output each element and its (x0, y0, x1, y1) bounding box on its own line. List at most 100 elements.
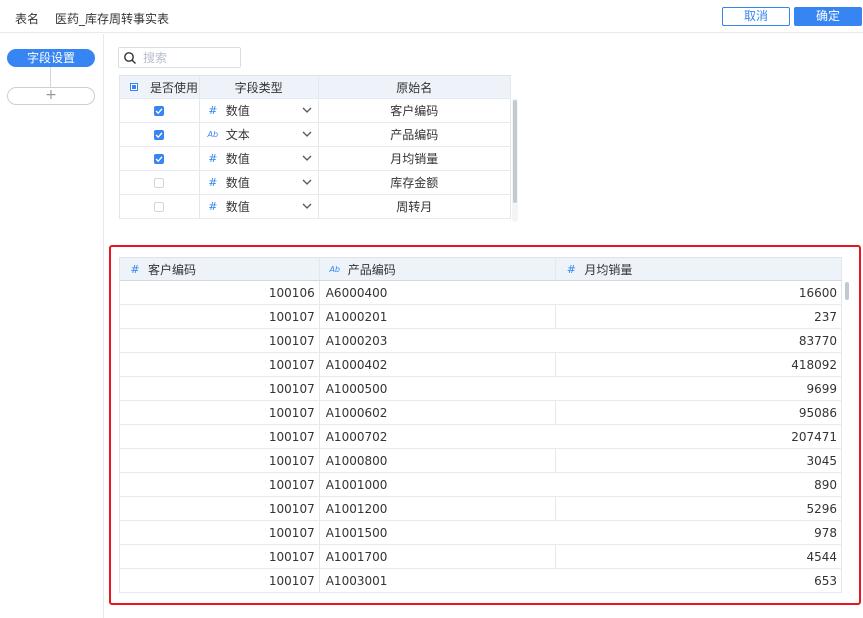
original-name: 月均销量 (390, 152, 439, 166)
sidebar-item-field-settings[interactable]: 字段设置 (7, 49, 95, 67)
type-select[interactable]: # 数值 (200, 99, 319, 122)
number-type-icon: # (130, 262, 140, 276)
cancel-button[interactable]: 取消 (722, 7, 790, 26)
original-name-cell: 月均销量 (319, 147, 511, 170)
cell-product-code: A1000203 (325, 333, 388, 348)
field-row: # 数值 客户编码 (120, 99, 511, 123)
table-row: 100107 A1000402 418092 (120, 353, 842, 377)
original-name: 库存金额 (390, 176, 439, 190)
original-name: 客户编码 (390, 104, 439, 118)
table-row: 100107 A1000702 207471 (120, 425, 842, 449)
preview-table-header: # 客户编码 Ab 产品编码 # 月均销量 (120, 257, 842, 281)
preview-header-col-1: # 客户编码 (120, 258, 320, 280)
field-row: # 数值 库存金额 (120, 171, 511, 195)
preview-scrollbar[interactable] (845, 282, 849, 300)
table-row: 100107 A1001700 4544 (120, 545, 842, 569)
chevron-down-icon (302, 107, 311, 113)
cell-customer-code: 100107 (120, 521, 320, 544)
original-name: 周转月 (396, 200, 433, 214)
cell-customer-code: 100107 (120, 305, 320, 328)
cell-product-code: A1000500 (325, 381, 388, 396)
cell-product-code: A1000402 (320, 353, 557, 376)
cell-monthly-sales: 95086 (556, 401, 842, 424)
number-type-icon: # (208, 176, 218, 189)
table-name-label: 表名 (15, 12, 40, 26)
cell-monthly-sales: 3045 (556, 449, 842, 472)
table-row: 100107 A1000602 95086 (120, 401, 842, 425)
header-type-column: 字段类型 (200, 76, 319, 98)
cell-monthly-sales: 653 (556, 569, 842, 592)
search-icon (124, 52, 136, 64)
cell-customer-code: 100107 (120, 569, 320, 592)
number-type-icon: # (208, 104, 218, 117)
cell-monthly-sales: 978 (556, 521, 842, 544)
check-icon (155, 155, 163, 162)
use-checkbox[interactable] (154, 201, 165, 212)
header-name-column: 原始名 (319, 76, 511, 98)
use-checkbox[interactable] (154, 177, 165, 188)
table-name-value: 医药_库存周转事实表 (55, 12, 170, 26)
cell-product-code: A1000702 (325, 429, 388, 444)
preview-header-label: 客户编码 (148, 262, 197, 277)
table-row: 100107 A1000800 3045 (120, 449, 842, 473)
use-checkbox[interactable] (154, 129, 165, 140)
select-all-checkbox[interactable] (130, 83, 138, 91)
original-name: 产品编码 (390, 128, 439, 142)
type-select[interactable]: # 数值 (200, 147, 319, 170)
original-name-cell: 库存金额 (319, 171, 511, 194)
cell-customer-code: 100107 (120, 473, 320, 496)
chevron-down-icon (302, 155, 311, 161)
step-connector (50, 67, 51, 87)
cell-monthly-sales: 890 (556, 473, 842, 496)
confirm-button[interactable]: 确定 (794, 7, 862, 26)
search-input[interactable] (143, 49, 237, 66)
cell-monthly-sales: 418092 (556, 353, 842, 376)
dialog-header: 表名 医药_库存周转事实表 取消 确定 (0, 0, 863, 33)
check-icon (155, 107, 163, 114)
field-settings-table: 是否使用 字段类型 原始名 # 数值 客户编码 Ab 文本 产品编码 # 数值 月均销量 # 数值库… (119, 75, 511, 219)
type-label: 数值 (225, 176, 250, 190)
cell-product-code: A1001700 (320, 545, 557, 568)
table-row: 100107 A1001000 890 (120, 473, 842, 497)
text-type-icon: Ab (329, 264, 340, 274)
use-cell (120, 171, 200, 194)
type-label: 数值 (225, 200, 250, 214)
use-cell (120, 123, 200, 146)
type-select[interactable]: Ab 文本 (200, 123, 319, 146)
field-table-header: 是否使用 字段类型 原始名 (120, 75, 511, 99)
use-checkbox[interactable] (154, 153, 165, 164)
add-step-button[interactable]: + (7, 87, 95, 105)
type-select[interactable]: # 数值 (200, 171, 319, 194)
field-table-scrollbar[interactable] (513, 100, 517, 203)
original-name-cell: 客户编码 (319, 99, 511, 122)
cell-customer-code: 100107 (120, 545, 320, 568)
header-name-label: 原始名 (396, 80, 433, 95)
table-row: 100107 A1003001 653 (120, 569, 842, 593)
cell-customer-code: 100107 (120, 353, 320, 376)
cell-customer-code: 100107 (120, 329, 320, 352)
type-label: 数值 (225, 104, 250, 118)
number-type-icon: # (566, 262, 576, 276)
type-select[interactable]: # 数值 (200, 195, 319, 218)
preview-header-label: 产品编码 (347, 262, 396, 277)
table-row: 100106 A6000400 16600 (120, 281, 842, 305)
cell-customer-code: 100107 (120, 401, 320, 424)
cell-customer-code: 100106 (120, 281, 320, 304)
field-row: # 数值 月均销量 (120, 147, 511, 171)
field-row: Ab 文本 产品编码 (120, 123, 511, 147)
chevron-down-icon (302, 131, 311, 137)
number-type-icon: # (208, 152, 218, 165)
text-type-icon: Ab (207, 130, 219, 139)
header-use-column: 是否使用 (120, 76, 200, 98)
table-row: 100107 A1001500 978 (120, 521, 842, 545)
cell-product-code: A1001000 (325, 477, 388, 492)
table-row: 100107 A1000500 9699 (120, 377, 842, 401)
cell-monthly-sales: 237 (556, 305, 842, 328)
cell-product-code: A1001500 (325, 525, 388, 540)
original-name-cell: 周转月 (319, 195, 511, 218)
cell-product-code: A1003001 (325, 573, 388, 588)
cell-monthly-sales: 83770 (556, 329, 842, 352)
header-use-label: 是否使用 (150, 80, 199, 95)
use-checkbox[interactable] (154, 105, 165, 116)
table-row: 100107 A1000203 83770 (120, 329, 842, 353)
